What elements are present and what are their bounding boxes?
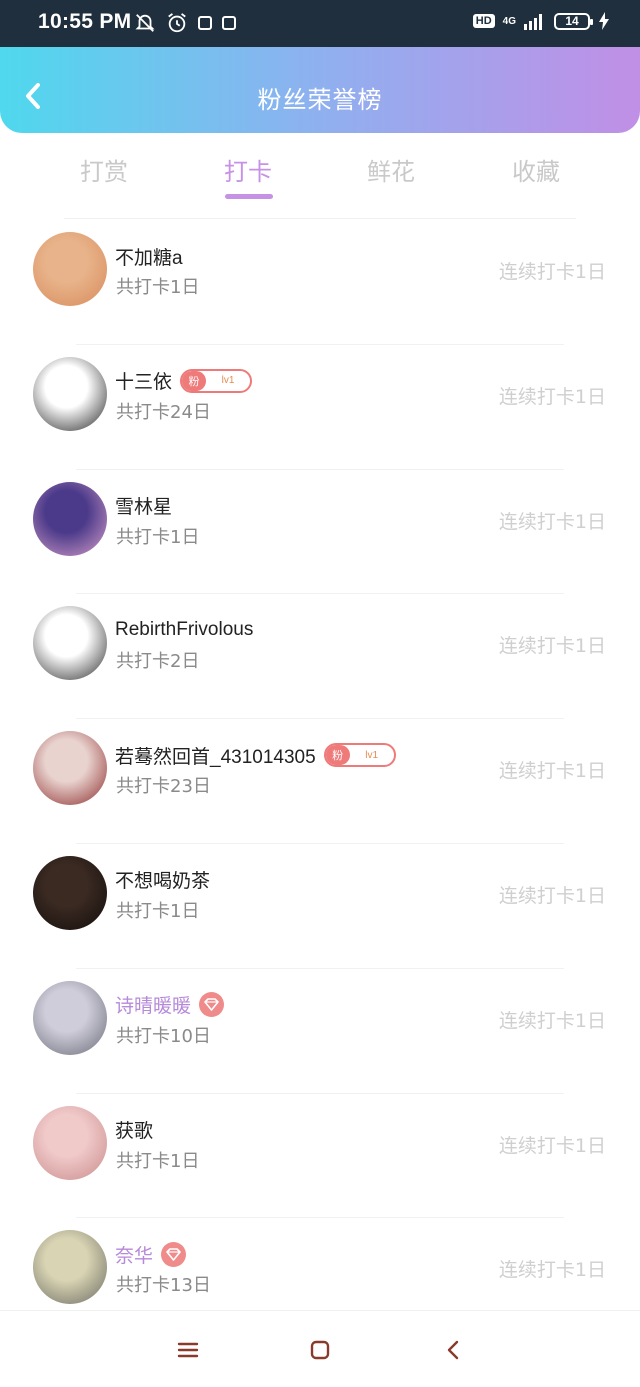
total-checkin: 共打卡10日 <box>116 1025 211 1047</box>
fan-list: 不加糖a 共打卡1日 连续打卡1日 十三依粉 lv1 共打卡24日 连续打卡1日 雪林星 共打卡… <box>0 219 640 1342</box>
diamond-icon <box>161 1241 187 1267</box>
avatar[interactable] <box>33 731 107 806</box>
fan-badge-level: lv1 <box>221 375 235 387</box>
total-checkin: 共打卡1日 <box>116 900 200 922</box>
fan-level-badge: 粉 lv1 <box>180 368 253 393</box>
charging-icon <box>599 12 609 30</box>
tab-daka[interactable]: 打卡 <box>198 152 298 187</box>
streak-checkin: 连续打卡1日 <box>498 760 606 783</box>
name-line: 获歌 <box>115 1117 153 1143</box>
streak-checkin: 连续打卡1日 <box>498 635 606 658</box>
name-line: 十三依粉 lv1 <box>115 368 253 394</box>
total-checkin: 共打卡13日 <box>116 1275 211 1297</box>
total-checkin: 共打卡2日 <box>116 651 200 673</box>
user-name: 十三依 <box>115 372 173 394</box>
streak-checkin: 连续打卡1日 <box>498 884 606 907</box>
total-checkin: 共打卡1日 <box>116 1150 200 1172</box>
list-item[interactable]: 诗晴暖暖共打卡10日 连续打卡1日 <box>0 967 640 1093</box>
app-notification-icon <box>198 16 212 30</box>
name-line: 不想喝奶茶 <box>115 867 210 893</box>
tab-shoucang[interactable]: 收藏 <box>486 152 586 187</box>
tab-xianhua[interactable]: 鲜花 <box>341 152 441 187</box>
avatar[interactable] <box>33 356 107 431</box>
streak-checkin: 连续打卡1日 <box>498 1134 606 1157</box>
avatar[interactable] <box>33 1105 107 1180</box>
hd-label: HD <box>472 14 495 28</box>
tab-bar: 打赏 打卡 鲜花 收藏 <box>0 146 640 200</box>
app-notification-icon <box>222 16 236 30</box>
total-checkin: 共打卡1日 <box>116 526 200 548</box>
avatar[interactable] <box>33 232 107 306</box>
diamond-icon <box>199 992 225 1018</box>
user-name: 雪林星 <box>115 497 173 519</box>
fan-badge-level: lv1 <box>365 749 379 761</box>
name-line: 若蓦然回首_431014305 粉 lv1 <box>115 742 396 768</box>
list-item[interactable]: 不加糖a 共打卡1日 连续打卡1日 <box>0 219 640 344</box>
fan-level-badge: 粉 lv1 <box>323 743 396 768</box>
signal-icon <box>524 14 542 30</box>
avatar[interactable] <box>33 481 107 556</box>
status-time: 10:55 PM <box>38 10 132 33</box>
streak-checkin: 连续打卡1日 <box>498 1009 606 1032</box>
list-item[interactable]: 获歌共打卡1日 连续打卡1日 <box>0 1092 640 1218</box>
user-name: 不想喝奶茶 <box>115 871 211 893</box>
name-line: RebirthFrivolous <box>115 617 253 643</box>
tab-dashang[interactable]: 打赏 <box>54 152 154 187</box>
network-label: 4G <box>502 15 516 27</box>
list-item[interactable]: 十三依粉 lv1 共打卡24日 连续打卡1日 <box>0 343 640 469</box>
total-checkin: 共打卡1日 <box>116 277 200 298</box>
alarm-icon <box>168 13 186 33</box>
avatar[interactable] <box>33 606 107 681</box>
name-line: 诗晴暖暖 <box>115 992 225 1018</box>
name-line: 雪林星 <box>115 493 172 519</box>
avatar[interactable] <box>33 1230 107 1305</box>
name-line: 不加糖a <box>115 243 183 269</box>
avatar[interactable] <box>33 980 107 1055</box>
back-icon[interactable] <box>440 1337 466 1363</box>
user-name: 若蓦然回首_431014305 <box>115 746 316 768</box>
user-name: RebirthFrivolous <box>115 619 254 641</box>
active-tab-indicator <box>225 194 273 199</box>
status-right-icons: HD 4G 14 <box>472 12 610 30</box>
home-square-icon[interactable] <box>307 1337 333 1363</box>
user-name: 诗晴暖暖 <box>115 996 192 1018</box>
system-nav-bar <box>0 1310 640 1387</box>
streak-checkin: 连续打卡1日 <box>498 510 606 533</box>
streak-checkin: 连续打卡1日 <box>498 385 606 408</box>
user-name: 不加糖a <box>115 247 183 269</box>
header-bar: 10:55 PM HD 4G 14 粉丝荣誉榜 <box>0 0 640 133</box>
total-checkin: 共打卡23日 <box>116 776 211 798</box>
avatar[interactable] <box>33 855 107 930</box>
list-item[interactable]: 雪林星共打卡1日 连续打卡1日 <box>0 468 640 594</box>
mute-bell-icon <box>135 14 155 32</box>
list-item[interactable]: 不想喝奶茶共打卡1日 连续打卡1日 <box>0 842 640 968</box>
battery-level: 14 <box>565 13 579 28</box>
list-item[interactable]: RebirthFrivolous 共打卡2日 连续打卡1日 <box>0 593 640 718</box>
fan-badge-label: 粉 <box>325 745 350 766</box>
battery-indicator: 14 <box>554 12 593 30</box>
name-line: 奈华 <box>115 1241 187 1267</box>
total-checkin: 共打卡24日 <box>116 401 211 423</box>
list-item[interactable]: 若蓦然回首_431014305 粉 lv1 共打卡23日 连续打卡1日 <box>0 718 640 843</box>
streak-checkin: 连续打卡1日 <box>498 1259 606 1282</box>
fan-badge-label: 粉 <box>182 370 207 391</box>
user-name: 获歌 <box>115 1121 154 1143</box>
status-bar: 10:55 PM HD 4G 14 <box>0 0 640 47</box>
user-name: 奈华 <box>115 1245 154 1267</box>
menu-icon[interactable] <box>175 1337 201 1363</box>
status-left-icons <box>134 12 236 34</box>
streak-checkin: 连续打卡1日 <box>498 261 606 283</box>
page-title: 粉丝荣誉榜 <box>257 86 383 114</box>
